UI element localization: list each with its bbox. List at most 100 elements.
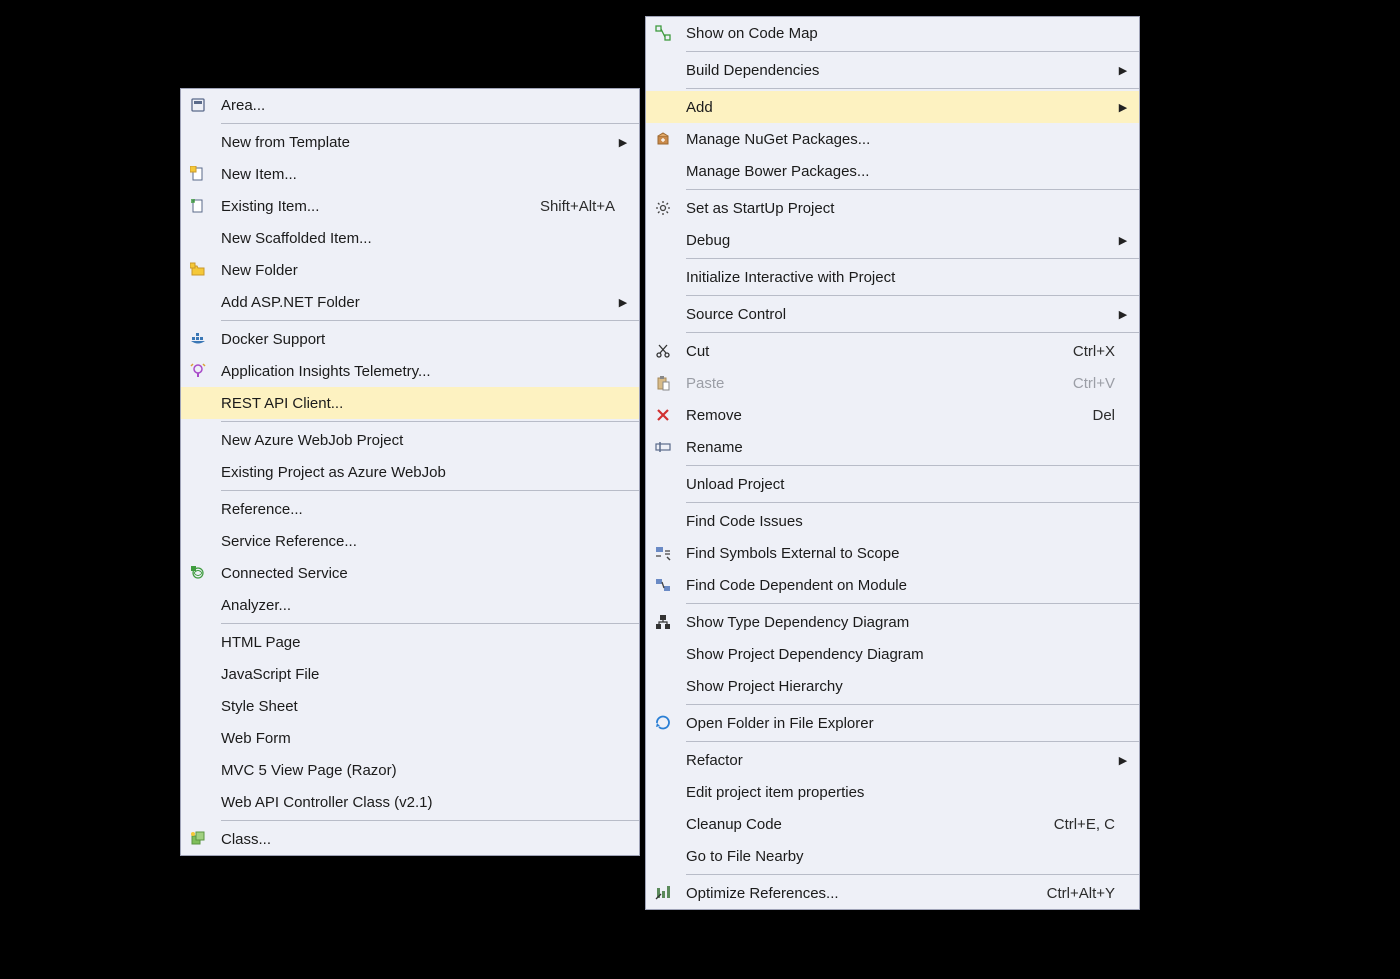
remove-icon [646, 407, 680, 423]
menu-item-connected-service[interactable]: Connected Service [181, 557, 639, 589]
menu-item-label: Show Project Dependency Diagram [680, 646, 1131, 663]
code-map-icon [646, 25, 680, 41]
app-insights-icon [181, 363, 215, 379]
menu-separator [221, 623, 639, 624]
menu-item-optimize-references[interactable]: Optimize References...Ctrl+Alt+Y [646, 877, 1139, 909]
connected-service-icon [181, 565, 215, 581]
menu-item-analyzer[interactable]: Analyzer... [181, 589, 639, 621]
menu-item-add-asp-net-folder[interactable]: Add ASP.NET Folder▶ [181, 286, 639, 318]
menu-separator [221, 421, 639, 422]
menu-item-open-folder-in-file-explorer[interactable]: Open Folder in File Explorer [646, 707, 1139, 739]
menu-item-docker-support[interactable]: Docker Support [181, 323, 639, 355]
menu-item-label: Remove [680, 407, 1092, 424]
submenu-arrow-icon: ▶ [615, 136, 631, 149]
menu-item-application-insights-telemetry[interactable]: Application Insights Telemetry... [181, 355, 639, 387]
menu-item-initialize-interactive-with-project[interactable]: Initialize Interactive with Project [646, 261, 1139, 293]
menu-item-rename[interactable]: Rename [646, 431, 1139, 463]
menu-item-web-api-controller-class-v2-1[interactable]: Web API Controller Class (v2.1) [181, 786, 639, 818]
menu-separator [686, 88, 1139, 89]
menu-item-label: Find Code Dependent on Module [680, 577, 1131, 594]
menu-item-show-project-dependency-diagram[interactable]: Show Project Dependency Diagram [646, 638, 1139, 670]
type-dep-icon [646, 614, 680, 630]
menu-separator [686, 51, 1139, 52]
menu-item-add[interactable]: Add▶ [646, 91, 1139, 123]
menu-item-label: Refactor [680, 752, 1115, 769]
menu-item-existing-project-as-azure-webjob[interactable]: Existing Project as Azure WebJob [181, 456, 639, 488]
menu-item-web-form[interactable]: Web Form [181, 722, 639, 754]
menu-item-show-project-hierarchy[interactable]: Show Project Hierarchy [646, 670, 1139, 702]
menu-item-build-dependencies[interactable]: Build Dependencies▶ [646, 54, 1139, 86]
menu-item-new-from-template[interactable]: New from Template▶ [181, 126, 639, 158]
menu-item-label: MVC 5 View Page (Razor) [215, 762, 631, 779]
menu-item-find-code-dependent-on-module[interactable]: Find Code Dependent on Module [646, 569, 1139, 601]
menu-item-reference[interactable]: Reference... [181, 493, 639, 525]
menu-item-manage-bower-packages[interactable]: Manage Bower Packages... [646, 155, 1139, 187]
optimize-refs-icon [646, 885, 680, 901]
menu-item-label: Go to File Nearby [680, 848, 1131, 865]
menu-item-rest-api-client[interactable]: REST API Client... [181, 387, 639, 419]
menu-item-javascript-file[interactable]: JavaScript File [181, 658, 639, 690]
menu-item-debug[interactable]: Debug▶ [646, 224, 1139, 256]
menu-separator [686, 704, 1139, 705]
new-item-icon [181, 166, 215, 182]
menu-item-remove[interactable]: RemoveDel [646, 399, 1139, 431]
menu-item-service-reference[interactable]: Service Reference... [181, 525, 639, 557]
menu-item-label: HTML Page [215, 634, 631, 651]
menu-item-label: Initialize Interactive with Project [680, 269, 1131, 286]
menu-item-label: Find Symbols External to Scope [680, 545, 1131, 562]
menu-item-edit-project-item-properties[interactable]: Edit project item properties [646, 776, 1139, 808]
menu-item-label: Add ASP.NET Folder [215, 294, 615, 311]
menu-item-new-azure-webjob-project[interactable]: New Azure WebJob Project [181, 424, 639, 456]
menu-item-label: Docker Support [215, 331, 631, 348]
menu-item-show-on-code-map[interactable]: Show on Code Map [646, 17, 1139, 49]
menu-item-label: Web API Controller Class (v2.1) [215, 794, 631, 811]
menu-separator [221, 320, 639, 321]
menu-item-find-symbols-external-to-scope[interactable]: Find Symbols External to Scope [646, 537, 1139, 569]
menu-separator [686, 502, 1139, 503]
menu-item-html-page[interactable]: HTML Page [181, 626, 639, 658]
add-submenu: Area...New from Template▶New Item...Exis… [180, 88, 640, 856]
menu-item-class[interactable]: Class... [181, 823, 639, 855]
submenu-arrow-icon: ▶ [1115, 308, 1131, 321]
menu-item-cut[interactable]: CutCtrl+X [646, 335, 1139, 367]
submenu-arrow-icon: ▶ [1115, 101, 1131, 114]
menu-item-label: Application Insights Telemetry... [215, 363, 631, 380]
cut-icon [646, 343, 680, 359]
shortcut-label: Shift+Alt+A [540, 198, 631, 215]
menu-item-label: Area... [215, 97, 631, 114]
menu-item-mvc-5-view-page-razor[interactable]: MVC 5 View Page (Razor) [181, 754, 639, 786]
menu-item-source-control[interactable]: Source Control▶ [646, 298, 1139, 330]
menu-item-label: New from Template [215, 134, 615, 151]
shortcut-label: Ctrl+Alt+Y [1047, 885, 1131, 902]
menu-item-show-type-dependency-diagram[interactable]: Show Type Dependency Diagram [646, 606, 1139, 638]
menu-item-label: Find Code Issues [680, 513, 1131, 530]
menu-item-new-scaffolded-item[interactable]: New Scaffolded Item... [181, 222, 639, 254]
menu-item-label: New Folder [215, 262, 631, 279]
menu-separator [686, 258, 1139, 259]
menu-item-label: Style Sheet [215, 698, 631, 715]
menu-item-label: JavaScript File [215, 666, 631, 683]
menu-item-unload-project[interactable]: Unload Project [646, 468, 1139, 500]
menu-item-cleanup-code[interactable]: Cleanup CodeCtrl+E, C [646, 808, 1139, 840]
menu-item-style-sheet[interactable]: Style Sheet [181, 690, 639, 722]
menu-item-label: New Scaffolded Item... [215, 230, 631, 247]
menu-item-refactor[interactable]: Refactor▶ [646, 744, 1139, 776]
docker-icon [181, 331, 215, 347]
menu-item-area[interactable]: Area... [181, 89, 639, 121]
nuget-icon [646, 131, 680, 147]
menu-item-label: Build Dependencies [680, 62, 1115, 79]
find-symbols-icon [646, 545, 680, 561]
menu-item-label: New Azure WebJob Project [215, 432, 631, 449]
menu-item-paste[interactable]: PasteCtrl+V [646, 367, 1139, 399]
menu-separator [686, 741, 1139, 742]
menu-item-manage-nuget-packages[interactable]: Manage NuGet Packages... [646, 123, 1139, 155]
menu-item-new-folder[interactable]: New Folder [181, 254, 639, 286]
menu-item-label: Optimize References... [680, 885, 1047, 902]
menu-item-find-code-issues[interactable]: Find Code Issues [646, 505, 1139, 537]
menu-item-label: Source Control [680, 306, 1115, 323]
menu-item-label: Set as StartUp Project [680, 200, 1131, 217]
menu-item-new-item[interactable]: New Item... [181, 158, 639, 190]
menu-item-go-to-file-nearby[interactable]: Go to File Nearby [646, 840, 1139, 872]
menu-item-existing-item[interactable]: Existing Item...Shift+Alt+A [181, 190, 639, 222]
menu-item-set-as-startup-project[interactable]: Set as StartUp Project [646, 192, 1139, 224]
